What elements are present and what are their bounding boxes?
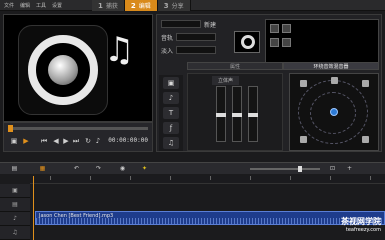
- fader-right[interactable]: [248, 86, 258, 142]
- step-capture-label: 捕获: [105, 3, 118, 10]
- step-share-num: 3: [163, 1, 169, 10]
- speaker-hub-icon: [48, 55, 78, 85]
- track-header-overlay[interactable]: ▤: [0, 198, 30, 212]
- project-mode-icon[interactable]: ▣: [10, 137, 18, 145]
- menu-bar: 文件 编辑 工具 设置 1 捕获 2 编辑 3 分享: [0, 0, 385, 11]
- row2-label: 音轨: [161, 34, 174, 42]
- speaker-center-icon: [331, 77, 338, 84]
- music-note-icon: ♫: [104, 30, 135, 70]
- redo-icon[interactable]: ↷: [94, 165, 103, 173]
- track-header-video[interactable]: ▣: [0, 184, 30, 198]
- zoom-slider[interactable]: [250, 166, 320, 172]
- tool-column: ▣ ♪ T ƒ ♫: [159, 75, 183, 151]
- row3-field[interactable]: [176, 46, 217, 54]
- time-ruler[interactable]: [30, 176, 385, 184]
- storyboard-view-icon[interactable]: ▤: [10, 165, 19, 173]
- zoom-handle[interactable]: [298, 166, 302, 172]
- step-edit-num: 2: [130, 1, 136, 10]
- track-header-music[interactable]: ♫: [0, 226, 30, 240]
- fader-master[interactable]: [216, 86, 226, 142]
- effect-library: [265, 19, 379, 65]
- surround-mixer: [289, 73, 379, 151]
- music-track-icon[interactable]: ♫: [163, 137, 179, 149]
- stereo-label: 立体声: [212, 76, 240, 85]
- playback-controls: ▣ ▶ ⏮ ◀ ▶ ⏭ ↻ ♪ 00:00:00:00: [3, 122, 153, 152]
- play-button[interactable]: ▶: [22, 137, 30, 145]
- title-track-icon[interactable]: T: [163, 107, 179, 119]
- step-edit[interactable]: 2 编辑: [124, 0, 158, 11]
- step-share-label: 分享: [171, 3, 184, 10]
- clip-thumbnail: [234, 31, 260, 53]
- menu-file[interactable]: 文件: [4, 2, 14, 9]
- record-icon[interactable]: ◉: [118, 165, 127, 173]
- fit-project-icon[interactable]: ⊡: [328, 165, 337, 173]
- fader-knob[interactable]: [216, 113, 226, 117]
- speaker-front-left-icon: [300, 80, 307, 87]
- video-track-icon[interactable]: ▣: [163, 77, 179, 89]
- row3-label: 淡入: [161, 47, 174, 55]
- playhead[interactable]: [33, 176, 34, 240]
- volume-icon[interactable]: ♪: [94, 137, 102, 145]
- watermark-url: teafreezy.com: [345, 227, 381, 233]
- menu-edit[interactable]: 编辑: [20, 2, 30, 9]
- fader-knob[interactable]: [248, 113, 258, 117]
- tab-surround-mixer[interactable]: 环绕音效混音器: [283, 62, 379, 70]
- menu-settings[interactable]: 设置: [52, 2, 62, 9]
- end-button[interactable]: ⏭: [72, 137, 80, 145]
- step-share[interactable]: 3 分享: [157, 0, 191, 11]
- home-button[interactable]: ⏮: [40, 137, 48, 145]
- fader-left[interactable]: [232, 86, 242, 142]
- next-frame-button[interactable]: ▶: [62, 137, 70, 145]
- options-panel: 新建 音轨 淡入 属性 环绕音效混音器 ▣ ♪ T ƒ ♫ 立体声: [156, 14, 382, 152]
- effect-icon-3[interactable]: [270, 38, 279, 47]
- new-label[interactable]: 新建: [204, 20, 216, 29]
- audio-track-icon[interactable]: ♪: [163, 92, 179, 104]
- watermark-title: 茶视网学院: [341, 217, 381, 226]
- sound-position-handle[interactable]: [330, 108, 338, 116]
- scrub-handle[interactable]: [8, 125, 13, 132]
- step-edit-label: 编辑: [138, 3, 151, 10]
- effect-icon-1[interactable]: [270, 24, 279, 33]
- preview-window: ♫: [3, 14, 153, 122]
- timeline-view-icon[interactable]: ▦: [38, 165, 47, 173]
- step-capture[interactable]: 1 捕获: [92, 0, 125, 11]
- timeline-toolbar: ▤ ▦ ↶ ↷ ◉ ✦ ⊡ +: [0, 162, 385, 174]
- speaker-rear-left-icon: [300, 136, 307, 143]
- track-header-voice[interactable]: ♪: [0, 212, 30, 226]
- options-tabs: 属性 环绕音效混音器: [187, 62, 379, 70]
- effect-icon-4[interactable]: [282, 38, 291, 47]
- timecode-display[interactable]: 00:00:00:00: [108, 137, 148, 144]
- stereo-mixer: 立体声: [187, 73, 283, 151]
- row2-field[interactable]: [176, 33, 217, 41]
- audio-clip[interactable]: Jason Chen [Best Friend].mp3: [35, 211, 385, 225]
- fx-icon[interactable]: ƒ: [163, 122, 179, 134]
- speaker-rear-right-icon: [362, 136, 369, 143]
- speaker-front-right-icon: [362, 80, 369, 87]
- zoom-in-icon[interactable]: +: [345, 165, 354, 173]
- duration-field[interactable]: [161, 20, 201, 28]
- audio-clip-label: Jason Chen [Best Friend].mp3: [39, 213, 114, 219]
- watermark: 茶视网学院 teafreezy.com: [341, 216, 381, 233]
- menu-tools[interactable]: 工具: [36, 2, 46, 9]
- undo-icon[interactable]: ↶: [72, 165, 81, 173]
- step-capture-num: 1: [98, 1, 103, 10]
- previous-frame-button[interactable]: ◀: [52, 137, 60, 145]
- smart-proxy-icon[interactable]: ✦: [140, 165, 149, 173]
- tab-properties[interactable]: 属性: [187, 62, 283, 70]
- repeat-button[interactable]: ↻: [84, 137, 92, 145]
- thumbnail-speaker-icon: [241, 35, 255, 49]
- scrub-bar[interactable]: [8, 125, 148, 132]
- effect-icon-2[interactable]: [282, 24, 291, 33]
- fader-knob[interactable]: [232, 113, 242, 117]
